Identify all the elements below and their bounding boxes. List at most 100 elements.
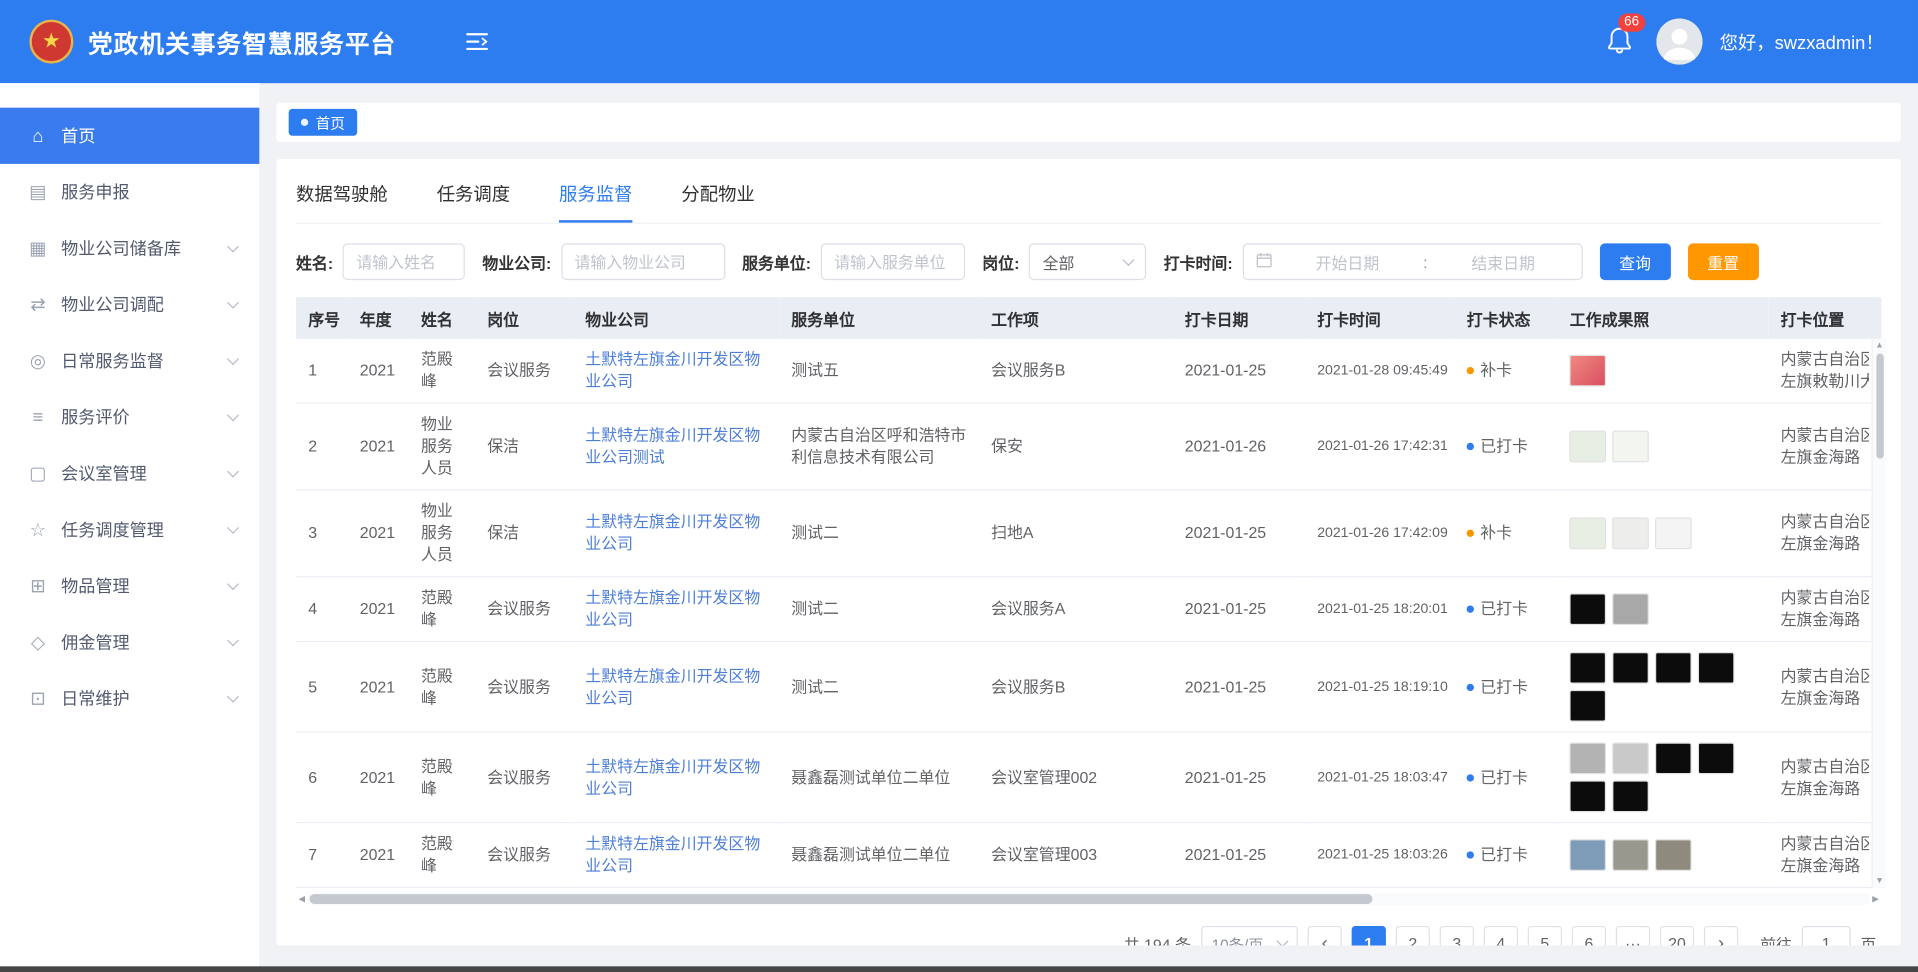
work-result-photo[interactable] bbox=[1655, 742, 1692, 774]
status-dot-icon bbox=[1467, 605, 1474, 612]
company-filter-label: 物业公司: bbox=[482, 250, 551, 273]
next-page-button[interactable]: › bbox=[1704, 926, 1738, 946]
table-head-row: 序号年度姓名岗位物业公司服务单位工作项打卡日期打卡时间打卡状态工作成果照打卡位置 bbox=[296, 297, 1881, 339]
notification-bell-button[interactable]: 66 bbox=[1600, 21, 1639, 61]
page-button-1[interactable]: 1 bbox=[1352, 926, 1386, 946]
table-vertical-scrollbar[interactable]: ▲ ▼ bbox=[1871, 339, 1886, 888]
sidebar-item-property-company-allocation[interactable]: ⇄ 物业公司调配 bbox=[0, 276, 259, 332]
cell-company-link[interactable]: 土默特左旗金川开发区物业公司 bbox=[573, 490, 779, 577]
search-button[interactable]: 查询 bbox=[1600, 243, 1671, 280]
status-label: 补卡 bbox=[1480, 524, 1512, 542]
company-input[interactable] bbox=[561, 243, 725, 280]
sidebar-item-daily-service-supervision[interactable]: ◎ 日常服务监督 bbox=[0, 333, 259, 389]
cell-year: 2021 bbox=[348, 490, 409, 577]
cell-time: 2021-01-26 17:42:09 bbox=[1305, 490, 1455, 577]
work-result-photo[interactable] bbox=[1570, 839, 1607, 871]
page-button-2[interactable]: 2 bbox=[1396, 926, 1430, 946]
cell-work-item: 会议服务B bbox=[979, 642, 1173, 733]
work-result-photo[interactable] bbox=[1570, 742, 1607, 774]
work-result-photo[interactable] bbox=[1570, 690, 1607, 722]
column-header: 姓名 bbox=[409, 297, 475, 339]
cell-date: 2021-01-25 bbox=[1173, 642, 1305, 733]
work-result-photo[interactable] bbox=[1613, 780, 1650, 812]
page-button-4[interactable]: 4 bbox=[1484, 926, 1518, 946]
sidebar-item-property-company-reserve[interactable]: ▦ 物业公司储备库 bbox=[0, 220, 259, 276]
work-result-photo[interactable] bbox=[1613, 593, 1650, 625]
filter-bar: 姓名: 物业公司: 服务单位: 岗位: 全部 bbox=[296, 224, 1881, 297]
cell-post: 会议服务 bbox=[475, 339, 573, 403]
prev-page-button[interactable]: ‹ bbox=[1308, 926, 1342, 946]
sidebar-item-commission-management[interactable]: ◇ 佣金管理 bbox=[0, 614, 259, 670]
cell-company-link[interactable]: 土默特左旗金川开发区物业公司 bbox=[573, 823, 779, 888]
work-result-photo[interactable] bbox=[1698, 742, 1735, 774]
cell-company-link[interactable]: 土默特左旗金川开发区物业公司测试 bbox=[573, 403, 779, 490]
avatar[interactable] bbox=[1656, 18, 1702, 64]
sidebar-item-goods-management[interactable]: ⊞ 物品管理 bbox=[0, 558, 259, 614]
unit-input[interactable] bbox=[821, 243, 965, 280]
name-input[interactable] bbox=[343, 243, 465, 280]
cell-year: 2021 bbox=[348, 403, 409, 490]
cell-company-link[interactable]: 土默特左旗金川开发区物业公司 bbox=[573, 642, 779, 733]
page-button-20[interactable]: 20 bbox=[1660, 926, 1694, 946]
sidebar-item-daily-maintenance[interactable]: ⊡ 日常维护 bbox=[0, 670, 259, 726]
work-result-photo[interactable] bbox=[1655, 839, 1692, 871]
tab-data-dashboard[interactable]: 数据驾驶舱 bbox=[296, 174, 388, 223]
page-button-6[interactable]: 6 bbox=[1572, 926, 1606, 946]
chevron-down-icon bbox=[227, 465, 239, 477]
tab-task-dispatch[interactable]: 任务调度 bbox=[437, 174, 510, 223]
work-result-photo[interactable] bbox=[1570, 593, 1607, 625]
work-result-photo[interactable] bbox=[1570, 517, 1607, 549]
sidebar-item-meeting-room-management[interactable]: ▢ 会议室管理 bbox=[0, 445, 259, 501]
work-result-photo[interactable] bbox=[1613, 652, 1650, 684]
cell-company-link[interactable]: 土默特左旗金川开发区物业公司 bbox=[573, 732, 779, 823]
table-horizontal-scrollbar[interactable]: ◀ ▶ bbox=[296, 892, 1881, 907]
sidebar-item-service-evaluation[interactable]: ≡ 服务评价 bbox=[0, 389, 259, 445]
table-body: 12021范殿峰会议服务土默特左旗金川开发区物业公司测试五会议服务B2021-0… bbox=[296, 339, 1881, 888]
work-result-photo[interactable] bbox=[1570, 780, 1607, 812]
work-result-photo[interactable] bbox=[1570, 431, 1607, 463]
goto-page-input[interactable] bbox=[1802, 926, 1851, 946]
scroll-right-icon[interactable]: ▶ bbox=[1870, 894, 1881, 904]
tab-assign-property[interactable]: 分配物业 bbox=[681, 174, 754, 223]
cell-company-link[interactable]: 土默特左旗金川开发区物业公司 bbox=[573, 577, 779, 642]
breadcrumb-home-tag[interactable]: 首页 bbox=[289, 109, 358, 136]
sidebar-item-task-scheduling-management[interactable]: ☆ 任务调度管理 bbox=[0, 502, 259, 558]
date-range-picker[interactable]: 开始日期 : 结束日期 bbox=[1242, 243, 1582, 280]
page-size-select[interactable]: 10条/页 bbox=[1201, 926, 1298, 946]
cell-status: 已打卡 bbox=[1455, 732, 1558, 823]
cell-date: 2021-01-26 bbox=[1173, 403, 1305, 490]
sidebar-item-home[interactable]: ⌂ 首页 bbox=[0, 108, 259, 164]
cell-company-link[interactable]: 土默特左旗金川开发区物业公司 bbox=[573, 339, 779, 403]
work-result-photo[interactable] bbox=[1613, 517, 1650, 549]
work-result-photo[interactable] bbox=[1698, 652, 1735, 684]
monitor-icon: ◎ bbox=[27, 350, 49, 372]
work-result-photo[interactable] bbox=[1613, 431, 1650, 463]
vertical-scroll-thumb[interactable] bbox=[1876, 354, 1883, 459]
chevron-down-icon bbox=[227, 240, 239, 252]
pagination: 共 194 条 10条/页 ‹ 123456···20 › 前往 页 bbox=[296, 906, 1881, 945]
scroll-down-icon[interactable]: ▼ bbox=[1875, 876, 1883, 887]
page-list: 123456 ··· 20 bbox=[1352, 926, 1694, 946]
table-row: 42021范殿峰会议服务土默特左旗金川开发区物业公司测试二会议服务A2021-0… bbox=[296, 577, 1881, 642]
notification-badge: 66 bbox=[1618, 13, 1645, 31]
work-result-photo[interactable] bbox=[1613, 742, 1650, 774]
page-button-3[interactable]: 3 bbox=[1440, 926, 1474, 946]
cell-date: 2021-01-25 bbox=[1173, 823, 1305, 888]
post-select[interactable]: 全部 bbox=[1029, 243, 1146, 280]
work-result-photo[interactable] bbox=[1570, 355, 1607, 387]
horizontal-scroll-thumb[interactable] bbox=[310, 894, 1372, 904]
scroll-left-icon[interactable]: ◀ bbox=[296, 894, 307, 904]
page-ellipsis-button[interactable]: ··· bbox=[1616, 926, 1650, 946]
scroll-up-icon[interactable]: ▲ bbox=[1875, 340, 1883, 351]
cell-date: 2021-01-25 bbox=[1173, 732, 1305, 823]
sidebar-item-service-declaration[interactable]: ▤ 服务申报 bbox=[0, 164, 259, 220]
work-result-photo[interactable] bbox=[1655, 517, 1692, 549]
page-button-5[interactable]: 5 bbox=[1528, 926, 1562, 946]
collapse-menu-icon[interactable] bbox=[465, 32, 489, 52]
reset-button[interactable]: 重置 bbox=[1688, 243, 1759, 280]
work-result-photo[interactable] bbox=[1613, 839, 1650, 871]
tab-service-supervision[interactable]: 服务监督 bbox=[559, 174, 632, 223]
cell-post: 会议服务 bbox=[475, 732, 573, 823]
work-result-photo[interactable] bbox=[1655, 652, 1692, 684]
work-result-photo[interactable] bbox=[1570, 652, 1607, 684]
